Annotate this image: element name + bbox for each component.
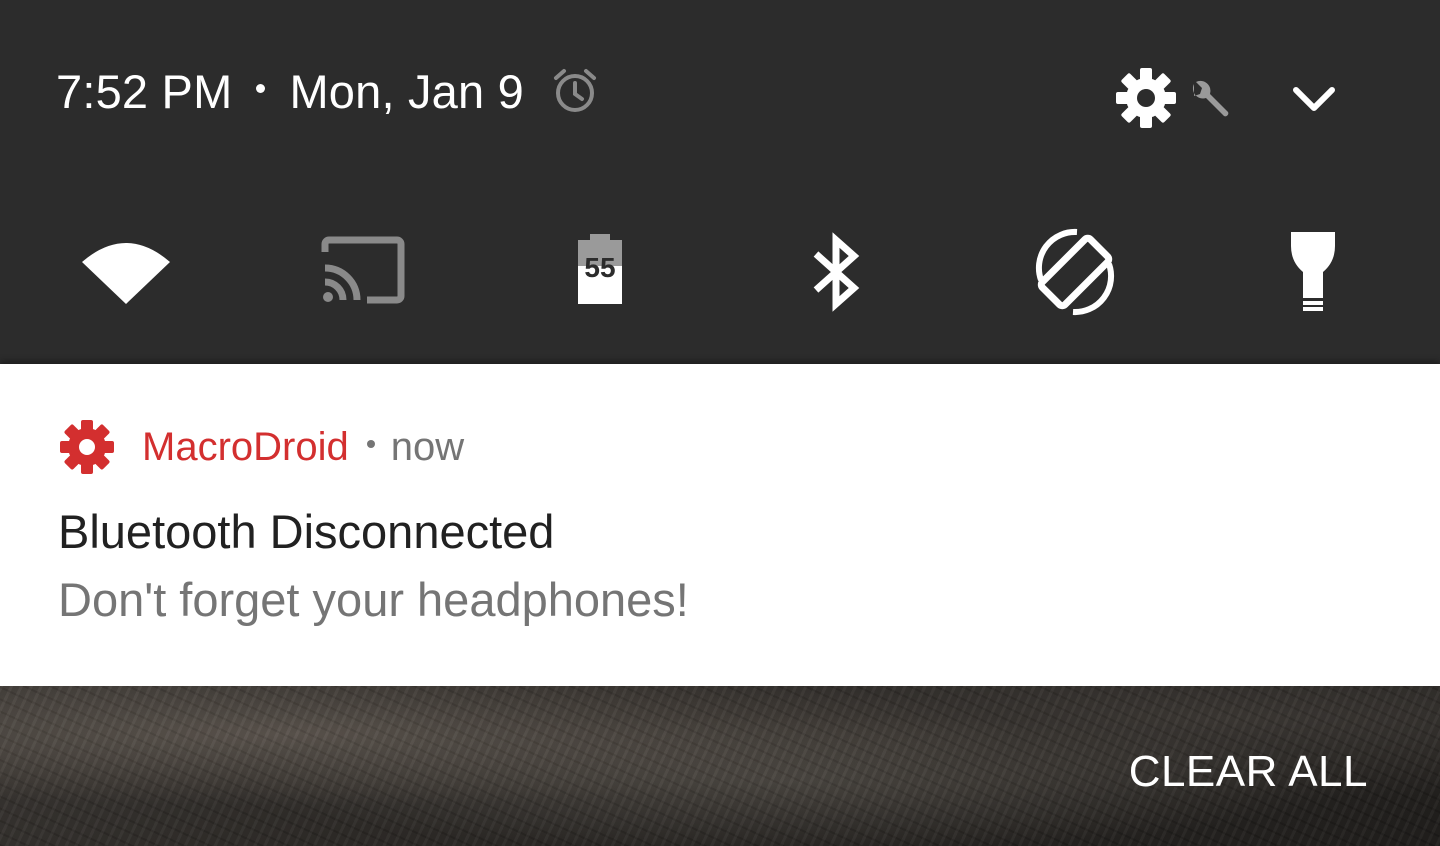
notification-time: now bbox=[390, 424, 465, 469]
quick-settings-panel: 7:52 PM Mon, Jan 9 55 bbox=[0, 0, 1440, 364]
quick-settings-tiles: 55 bbox=[0, 222, 1440, 322]
clock-time[interactable]: 7:52 PM bbox=[56, 64, 232, 119]
settings-gear-icon[interactable] bbox=[1114, 66, 1178, 130]
wifi-icon bbox=[82, 243, 170, 304]
date-label[interactable]: Mon, Jan 9 bbox=[289, 64, 524, 119]
notification-header: MacroDroid now bbox=[58, 418, 464, 476]
tile-battery[interactable]: 55 bbox=[550, 222, 650, 322]
macrodroid-gear-icon bbox=[58, 418, 116, 476]
battery-level: 55 bbox=[584, 252, 616, 283]
bluetooth-icon bbox=[813, 232, 860, 312]
tile-bluetooth[interactable] bbox=[786, 222, 886, 322]
cast-icon bbox=[321, 236, 405, 304]
notification-app-name: MacroDroid bbox=[142, 424, 349, 469]
auto-rotate-icon bbox=[1035, 228, 1115, 316]
tile-hue-light[interactable] bbox=[1263, 222, 1363, 322]
tile-cast[interactable] bbox=[313, 222, 413, 322]
clear-all-button[interactable]: CLEAR ALL bbox=[1129, 747, 1368, 797]
separator-dot bbox=[366, 440, 375, 448]
expand-chevron-icon[interactable] bbox=[1288, 82, 1340, 118]
notification-card[interactable]: MacroDroid now Bluetooth Disconnected Do… bbox=[0, 364, 1440, 686]
wrench-icon bbox=[1186, 78, 1232, 124]
tile-auto-rotate[interactable] bbox=[1025, 222, 1125, 322]
tile-wifi[interactable] bbox=[76, 222, 176, 322]
notification-text: Don't forget your headphones! bbox=[58, 573, 689, 626]
light-bulb-icon bbox=[1291, 232, 1335, 311]
alarm-icon[interactable] bbox=[550, 66, 600, 116]
notification-title: Bluetooth Disconnected bbox=[58, 505, 555, 558]
separator-dot bbox=[256, 83, 266, 93]
status-row: 7:52 PM Mon, Jan 9 bbox=[56, 60, 600, 122]
